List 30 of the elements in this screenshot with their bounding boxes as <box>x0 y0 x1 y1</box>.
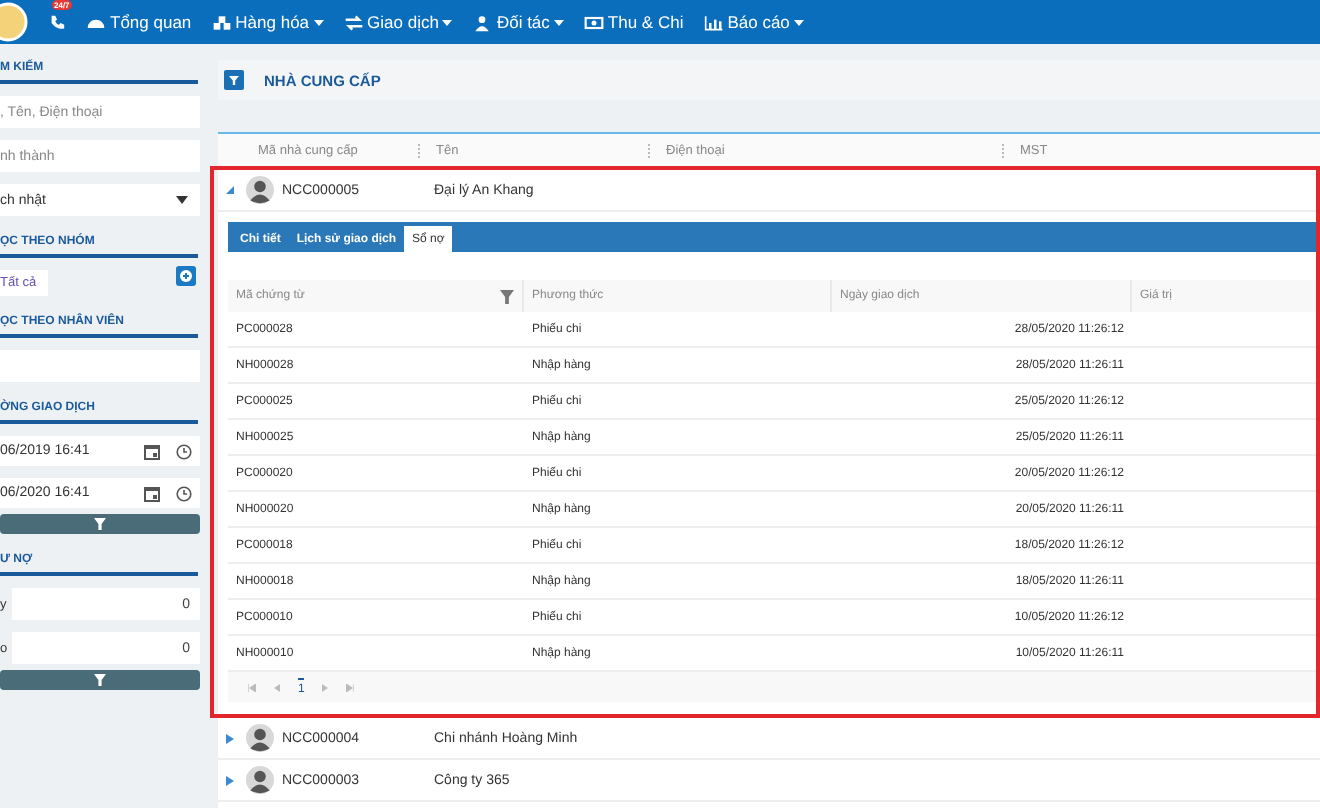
nav-menu-item[interactable]: Thu & Chi <box>583 12 684 32</box>
nav-menu-item[interactable]: Giao dịch <box>343 12 453 32</box>
phone-icon[interactable] <box>48 13 66 31</box>
money-icon <box>583 13 604 31</box>
nav-menu-item[interactable]: Đối tác <box>472 12 564 32</box>
calendar-icon[interactable] <box>144 485 160 501</box>
expand-arrow-icon[interactable] <box>226 775 234 785</box>
avatar-icon <box>246 176 274 204</box>
add-button[interactable] <box>176 265 196 285</box>
avatar-icon <box>246 766 274 794</box>
cubes-icon <box>211 13 232 31</box>
calendar-icon[interactable] <box>144 443 160 459</box>
users-icon <box>472 13 493 31</box>
clock-icon[interactable] <box>176 443 192 459</box>
filter-icon <box>94 518 106 530</box>
nav-menu-item[interactable]: Tổng quan <box>86 12 192 32</box>
expand-arrow-icon[interactable] <box>226 733 234 743</box>
filter-toggle-icon[interactable] <box>224 70 244 90</box>
filter-icon <box>94 674 106 686</box>
nav-menu-item[interactable]: Báo cáo <box>703 12 804 32</box>
clock-icon[interactable] <box>176 485 192 501</box>
caret-icon <box>176 196 188 204</box>
chart-icon <box>703 13 724 31</box>
nav-menu-item[interactable]: Hàng hóa <box>211 12 324 32</box>
filter-button[interactable] <box>0 514 200 534</box>
collapse-arrow-icon[interactable] <box>226 186 234 194</box>
filter-icon[interactable] <box>500 289 514 303</box>
exchange-icon <box>343 13 364 31</box>
avatar-icon <box>246 724 274 752</box>
filter-button[interactable] <box>0 670 200 690</box>
